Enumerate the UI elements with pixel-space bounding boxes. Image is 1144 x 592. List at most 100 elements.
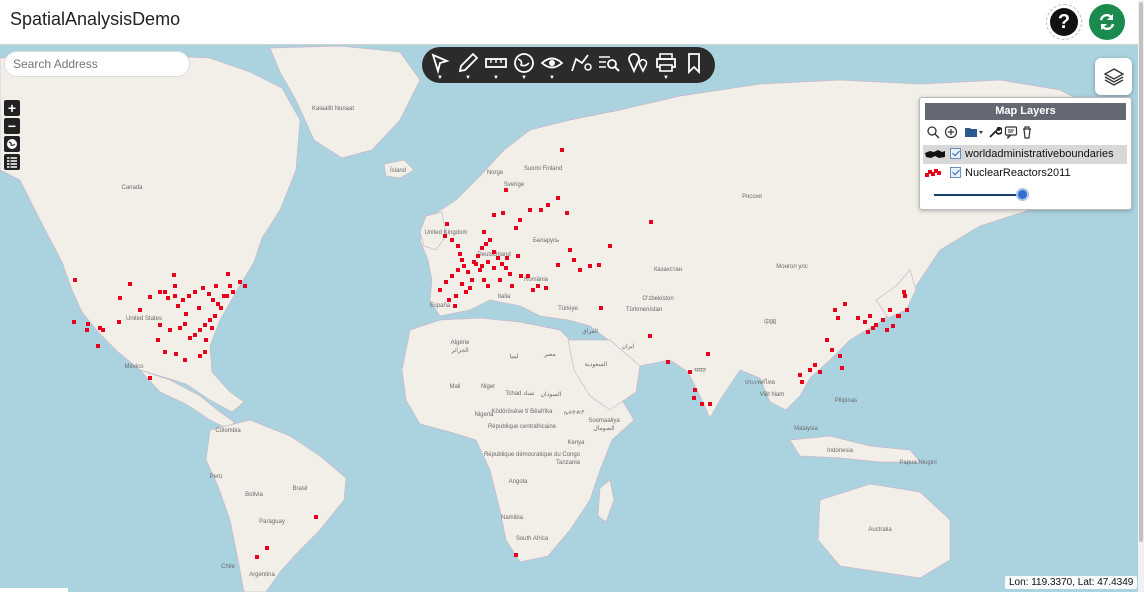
reactor-marker[interactable]: [518, 218, 522, 222]
reactor-marker[interactable]: [174, 352, 178, 356]
reactor-marker[interactable]: [213, 314, 217, 318]
reactor-marker[interactable]: [868, 314, 872, 318]
zoom-out-button[interactable]: −: [4, 118, 20, 134]
reactor-marker[interactable]: [460, 282, 464, 286]
reactor-marker[interactable]: [484, 242, 488, 246]
wrench-icon[interactable]: [988, 125, 1002, 139]
buffer-tool-button[interactable]: [568, 51, 594, 79]
reactor-marker[interactable]: [172, 273, 176, 277]
scrollbar-thumb[interactable]: [1139, 2, 1143, 542]
reactor-marker[interactable]: [210, 326, 214, 330]
reactor-marker[interactable]: [863, 320, 867, 324]
add-layer-icon[interactable]: [944, 125, 958, 139]
reactor-marker[interactable]: [219, 306, 223, 310]
reactor-marker[interactable]: [444, 280, 448, 284]
reactor-marker[interactable]: [201, 286, 205, 290]
reactor-marker[interactable]: [211, 298, 215, 302]
reactor-marker[interactable]: [825, 338, 829, 342]
reactor-marker[interactable]: [501, 211, 505, 215]
reactor-marker[interactable]: [96, 344, 100, 348]
reactor-marker[interactable]: [648, 334, 652, 338]
legend-list-button[interactable]: [4, 154, 20, 170]
reactor-marker[interactable]: [519, 274, 523, 278]
reactor-marker[interactable]: [462, 264, 466, 268]
opacity-slider-handle[interactable]: [1016, 188, 1029, 201]
reactor-marker[interactable]: [470, 278, 474, 282]
measure-tool-button[interactable]: ▼: [483, 51, 509, 81]
reactor-marker[interactable]: [488, 238, 492, 242]
reactor-marker[interactable]: [840, 366, 844, 370]
reactor-marker[interactable]: [597, 263, 601, 267]
draw-tool-button[interactable]: ▼: [455, 51, 481, 81]
reactor-marker[interactable]: [833, 308, 837, 312]
reactor-marker[interactable]: [203, 350, 207, 354]
reactor-marker[interactable]: [183, 358, 187, 362]
reactor-marker[interactable]: [565, 211, 569, 215]
reactor-marker[interactable]: [813, 363, 817, 367]
reactor-marker[interactable]: [504, 188, 508, 192]
reactor-marker[interactable]: [181, 298, 185, 302]
layer-visibility-checkbox[interactable]: [950, 167, 961, 178]
reactor-marker[interactable]: [531, 288, 535, 292]
reactor-marker[interactable]: [903, 294, 907, 298]
layer-row-nuclearreactors2011[interactable]: NuclearReactors2011: [923, 164, 1127, 183]
reactor-marker[interactable]: [314, 515, 318, 519]
reactor-marker[interactable]: [474, 262, 478, 266]
reactor-marker[interactable]: [101, 328, 105, 332]
reactor-marker[interactable]: [464, 290, 468, 294]
reactor-marker[interactable]: [198, 354, 202, 358]
reactor-marker[interactable]: [905, 308, 909, 312]
reactor-marker[interactable]: [203, 323, 207, 327]
reactor-marker[interactable]: [902, 290, 906, 294]
search-address-input[interactable]: [4, 51, 190, 77]
globe-tool-button[interactable]: ▼: [511, 51, 537, 81]
reactor-marker[interactable]: [438, 288, 442, 292]
reactor-marker[interactable]: [476, 254, 480, 258]
layer-visibility-checkbox[interactable]: [950, 148, 961, 159]
print-tool-button[interactable]: ▼: [653, 51, 679, 81]
reactor-marker[interactable]: [856, 316, 860, 320]
reactor-marker[interactable]: [228, 284, 232, 288]
reactor-marker[interactable]: [158, 290, 162, 294]
reactor-marker[interactable]: [798, 373, 802, 377]
reactor-marker[interactable]: [178, 326, 182, 330]
reactor-marker[interactable]: [700, 402, 704, 406]
reactor-marker[interactable]: [516, 254, 520, 258]
reactor-marker[interactable]: [163, 350, 167, 354]
reactor-marker[interactable]: [498, 278, 502, 282]
reactor-marker[interactable]: [480, 264, 484, 268]
reactor-marker[interactable]: [226, 272, 230, 276]
identify-tool-button[interactable]: [596, 51, 622, 79]
reactor-marker[interactable]: [514, 226, 518, 230]
reactor-marker[interactable]: [492, 266, 496, 270]
reactor-marker[interactable]: [193, 290, 197, 294]
reactor-marker[interactable]: [693, 388, 697, 392]
select-tool-button[interactable]: ▼: [427, 51, 453, 81]
comment-icon[interactable]: [1004, 125, 1018, 139]
reactor-marker[interactable]: [158, 323, 162, 327]
reactor-marker[interactable]: [486, 284, 490, 288]
reactor-marker[interactable]: [528, 208, 532, 212]
reactor-marker[interactable]: [539, 208, 543, 212]
reactor-marker[interactable]: [193, 333, 197, 337]
reactor-marker[interactable]: [148, 376, 152, 380]
reactor-marker[interactable]: [808, 368, 812, 372]
view-tool-button[interactable]: ▼: [539, 51, 565, 81]
reactor-marker[interactable]: [492, 213, 496, 217]
reactor-marker[interactable]: [86, 322, 90, 326]
reactor-marker[interactable]: [148, 295, 152, 299]
layers-toggle-button[interactable]: [1095, 58, 1132, 95]
reactor-marker[interactable]: [706, 352, 710, 356]
reactor-marker[interactable]: [454, 294, 458, 298]
reactor-marker[interactable]: [514, 553, 518, 557]
reactor-marker[interactable]: [888, 308, 892, 312]
reactor-marker[interactable]: [599, 306, 603, 310]
reactor-marker[interactable]: [265, 546, 269, 550]
reactor-marker[interactable]: [896, 314, 900, 318]
bookmark-tool-button[interactable]: [681, 51, 707, 79]
reactor-marker[interactable]: [692, 396, 696, 400]
reactor-marker[interactable]: [138, 308, 142, 312]
reactor-marker[interactable]: [482, 230, 486, 234]
reactor-marker[interactable]: [243, 284, 247, 288]
reactor-marker[interactable]: [480, 246, 484, 250]
